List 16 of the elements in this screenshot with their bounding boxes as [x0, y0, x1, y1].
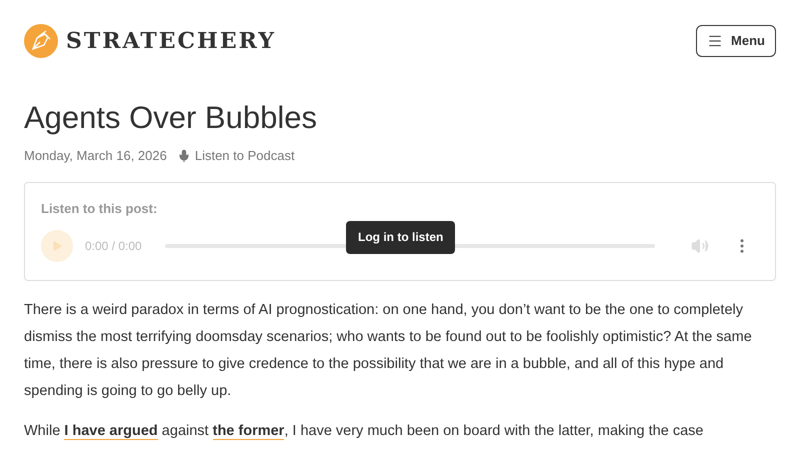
body-paragraph: While I have argued against the former, I have very much been on board with the latter, making the case: [24, 422, 704, 442]
body-paragraph: There is a weird paradox in terms of AI prognostication: on one hand, you don’t want to be the one to completely dismiss the most terrifying doomsday scenarios; who wants to be found out to be foolishly optimistic? At the same time, there is also pressure to give credence to the possibility that we are in a bubble, and all of this hype and spending is going to go belly up.: [24, 300, 753, 400]
play-icon: [51, 240, 63, 252]
menu-icon: [707, 33, 724, 49]
login-tooltip: Log in to listen: [346, 220, 456, 254]
player-label: Listen to this post:: [41, 200, 158, 218]
pen-nib-logo-icon: [24, 24, 58, 58]
logo-wordmark[interactable]: STRATECHERY: [66, 24, 276, 58]
menu-button[interactable]: Menu: [696, 25, 776, 57]
microphone-icon: [176, 148, 191, 163]
inline-link[interactable]: I have argued: [64, 422, 158, 440]
article-title: Agents Over Bubbles: [24, 99, 318, 137]
inline-link[interactable]: the former: [212, 422, 284, 440]
post-date: Monday, March 16, 2026: [24, 147, 167, 165]
playback-time: 0:00 / 0:00: [85, 238, 143, 255]
podcast-link[interactable]: Listen to Podcast: [176, 146, 295, 166]
